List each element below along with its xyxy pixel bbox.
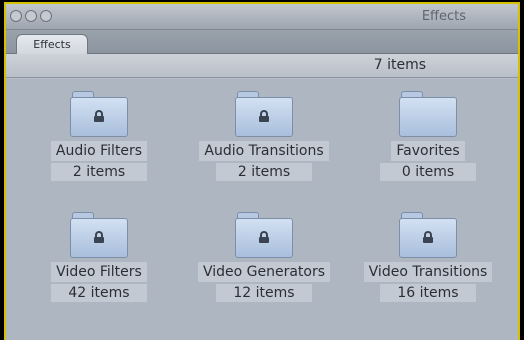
bin-count: 0 items [380, 163, 476, 181]
bin-video-transitions[interactable]: Video Transitions 16 items [343, 212, 513, 302]
window-title: Effects [421, 9, 466, 24]
item-count-bar: 7 items [6, 54, 518, 78]
lock-icon [259, 110, 269, 122]
bin-audio-transitions[interactable]: Audio Transitions 2 items [179, 91, 349, 181]
item-count: 7 items [373, 57, 426, 73]
folder-icon [399, 91, 457, 137]
tab-effects[interactable]: Effects [16, 34, 88, 55]
bin-favorites[interactable]: Favorites 0 items [343, 91, 513, 181]
bin-name: Audio Filters [50, 141, 148, 161]
bin-count: 16 items [380, 284, 476, 302]
bin-audio-filters[interactable]: Audio Filters 2 items [14, 91, 184, 181]
bin-name: Video Transitions [363, 262, 493, 282]
bin-count: 2 items [51, 163, 147, 181]
folder-icon [70, 212, 128, 258]
bin-video-filters[interactable]: Video Filters 42 items [14, 212, 184, 302]
bin-video-generators[interactable]: Video Generators 12 items [179, 212, 349, 302]
tab-bar: Effects [6, 30, 518, 55]
bin-name: Video Generators [197, 262, 331, 282]
effects-window: Effects Effects 7 items Audio Filters 2 … [4, 2, 520, 340]
lock-icon [423, 231, 433, 243]
bins-area: Audio Filters 2 items Audio Transitions … [6, 79, 518, 340]
title-bar[interactable]: Effects [6, 4, 518, 30]
lock-icon [94, 110, 104, 122]
bin-count: 2 items [216, 163, 312, 181]
folder-icon [235, 91, 293, 137]
folder-icon [235, 212, 293, 258]
folder-icon [70, 91, 128, 137]
lock-icon [259, 231, 269, 243]
bin-name: Video Filters [51, 262, 147, 282]
bin-name: Audio Transitions [199, 141, 329, 161]
folder-icon [399, 212, 457, 258]
bin-name: Favorites [391, 141, 465, 161]
bin-count: 42 items [51, 284, 147, 302]
lock-icon [94, 231, 104, 243]
bin-count: 12 items [216, 284, 312, 302]
